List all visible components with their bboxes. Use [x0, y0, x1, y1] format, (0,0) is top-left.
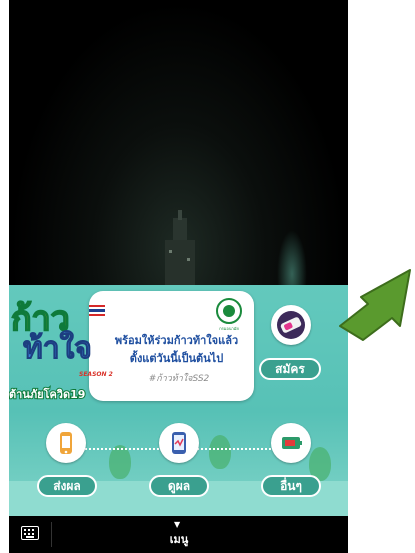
menu-toggle-arrow-icon[interactable]: ▼: [174, 520, 180, 529]
register-button[interactable]: สมัคร: [259, 358, 321, 380]
campaign-logo: ก้าว ท้าใจ SEASON 2 ต้านภัยโควิด19: [9, 285, 119, 415]
others-icon[interactable]: [271, 423, 311, 463]
moph-logo: [216, 298, 242, 324]
send-result-button[interactable]: ส่งผล: [37, 475, 97, 497]
campaign-subtitle: ต้านภัยโควิด19: [9, 387, 86, 402]
season-label: SEASON 2: [79, 371, 113, 378]
hashtag-text: #ก้าวท้าใจSS2: [148, 374, 210, 384]
rich-menu: กรมอนามัย พร้อมให้ร่วมก้าวท้าใจแล้ว ตั้ง…: [9, 285, 348, 516]
thai-flag-icon: [89, 305, 105, 316]
logo-title-2: ท้าใจ: [23, 331, 93, 367]
tree: [109, 445, 131, 479]
send-result-icon[interactable]: [46, 423, 86, 463]
register-icon[interactable]: [271, 305, 311, 345]
headline-line-2: ตั้งแต่วันนี้เป็นต้นไป: [129, 352, 224, 365]
tree: [209, 435, 231, 469]
view-result-button[interactable]: ดูผล: [149, 475, 209, 497]
divider: [51, 522, 52, 547]
keyboard-icon[interactable]: [21, 526, 39, 540]
light-glow: [277, 230, 307, 285]
menu-toggle-label[interactable]: เมนู: [154, 530, 204, 548]
phone-screen: กรมอนามัย พร้อมให้ร่วมก้าวท้าใจแล้ว ตั้ง…: [9, 0, 348, 553]
headline-line-1: พร้อมให้ร่วมก้าวท้าใจแล้ว: [114, 334, 239, 347]
bottom-bar: ▼ เมนู: [9, 516, 348, 553]
view-result-icon[interactable]: [159, 423, 199, 463]
others-button[interactable]: อื่นๆ: [261, 475, 321, 497]
pointer-arrow-annotation: [339, 269, 411, 341]
city-tower-silhouette: [165, 210, 195, 285]
